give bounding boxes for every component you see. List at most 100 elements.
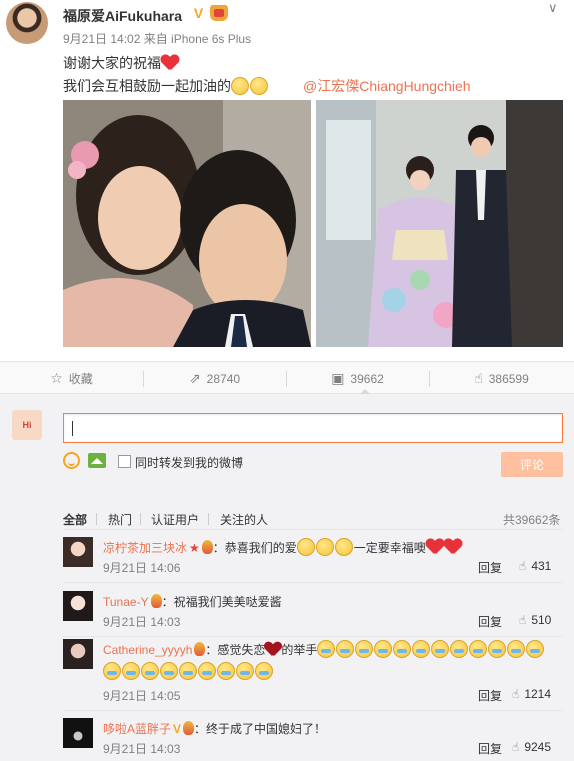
comment-content: ：祝福我们美美哒爱酱 xyxy=(161,595,282,609)
crying-emoji-icon xyxy=(526,640,545,658)
chevron-down-icon[interactable]: ∨ xyxy=(548,0,558,16)
comment-input[interactable] xyxy=(63,413,563,443)
reply-button[interactable]: 回复 xyxy=(478,740,502,757)
avatar[interactable] xyxy=(63,718,93,748)
commenter-name[interactable]: 凉柠茶加三块冰 xyxy=(103,541,187,555)
comment-time: 9月21日 14:05 xyxy=(103,689,181,703)
crying-emoji-icon xyxy=(179,662,197,680)
heart-icon xyxy=(426,539,444,555)
comment-time: 9月21日 14:03 xyxy=(103,615,181,629)
star-badge-icon: ★ xyxy=(189,541,200,555)
comment-content-suffix: 的举手 xyxy=(281,643,318,657)
medal-badge-icon xyxy=(194,642,206,656)
favorite-label: 收藏 xyxy=(68,372,93,386)
author-name[interactable]: 福原爱AiFukuhara xyxy=(63,6,182,26)
comment-button[interactable]: ▣ 39662 xyxy=(286,362,429,395)
comment-like-count: 1214 xyxy=(524,687,552,701)
avatar[interactable] xyxy=(63,591,93,621)
comment-like-button[interactable]: ☝ 510 xyxy=(519,613,551,627)
avatar[interactable] xyxy=(63,639,93,669)
repost-button[interactable]: ⇗ 28740 xyxy=(143,362,286,395)
comment-content: ：恭喜我们的爱 xyxy=(212,541,297,555)
crying-emoji-icon xyxy=(122,662,140,680)
crying-emoji-icon xyxy=(412,640,431,658)
smile-emoji-icon xyxy=(250,77,268,95)
thumb-up-icon: ☝ xyxy=(474,370,483,386)
reply-button[interactable]: 回复 xyxy=(478,559,502,576)
commenter-name[interactable]: Catherine_yyyyh xyxy=(103,643,192,657)
vip-crown-icon xyxy=(210,5,228,21)
crying-emoji-icon xyxy=(103,662,121,680)
image-icon[interactable] xyxy=(88,453,106,468)
comment-like-button[interactable]: ☝ 1214 xyxy=(512,687,551,701)
tab-hot[interactable]: 热门 xyxy=(108,511,132,528)
tab-divider xyxy=(96,513,97,525)
comment-time: 9月21日 14:06 xyxy=(103,561,181,575)
share-icon: ⇗ xyxy=(188,370,201,386)
comments-list: 全部 热门 认证用户 关注的人 共39662条 凉柠茶加三块冰 ★ ：恭喜我们的爱 一… xyxy=(0,489,574,761)
avatar[interactable] xyxy=(63,537,93,567)
submit-comment-button[interactable]: 评论 xyxy=(501,452,563,477)
smile-emoji-icon xyxy=(296,538,315,556)
crying-emoji-icon xyxy=(160,662,178,680)
weibo-post-page: 福原爱AiFukuhara V ∨ 9月21日 14:02 来自 iPhone … xyxy=(0,0,574,761)
crying-emoji-icon xyxy=(431,640,450,658)
crying-emoji-icon xyxy=(255,662,273,680)
selfie-photo[interactable] xyxy=(63,100,311,347)
verified-badge-icon: V xyxy=(173,722,182,736)
divider xyxy=(63,636,563,637)
crying-emoji-icon xyxy=(217,662,235,680)
post-text-2: 我们会互相鼓励一起加油的 xyxy=(63,78,231,94)
crying-emoji-icon xyxy=(374,640,393,658)
medal-badge-icon xyxy=(183,721,195,735)
comment-like-count: 9245 xyxy=(524,740,552,754)
favorite-button[interactable]: ☆ 收藏 xyxy=(0,362,143,395)
smile-emoji-icon xyxy=(315,538,334,556)
emoji-icon[interactable] xyxy=(63,452,80,469)
comment-like-button[interactable]: ☝ 431 xyxy=(519,559,551,573)
divider xyxy=(63,710,563,711)
divider xyxy=(63,582,563,583)
commenter-name[interactable]: Tunae-Y xyxy=(103,595,149,609)
medal-badge-icon xyxy=(150,594,162,608)
reply-button[interactable]: 回复 xyxy=(478,687,502,704)
comment-like-count: 431 xyxy=(531,559,552,573)
comment-like-count: 510 xyxy=(531,613,552,627)
selfie-photo-illustration xyxy=(63,100,311,347)
crying-emoji-icon xyxy=(393,640,412,658)
smile-emoji-icon xyxy=(334,538,353,556)
tab-following[interactable]: 关注的人 xyxy=(220,511,268,528)
comment-composer: Hi 同时转发到我的微博 评论 xyxy=(0,394,574,489)
crying-emoji-icon xyxy=(355,640,374,658)
crying-emoji-icon xyxy=(469,640,488,658)
post-action-bar: ☆ 收藏 ⇗ 28740 ▣ 39662 ☝ 386599 xyxy=(0,361,574,394)
tab-divider xyxy=(208,513,209,525)
comment-time: 9月21日 14:03 xyxy=(103,742,181,756)
comment-count: 39662 xyxy=(350,371,384,386)
crying-emoji-icon xyxy=(507,640,526,658)
verified-badge-icon: V xyxy=(193,5,204,21)
my-avatar[interactable]: Hi xyxy=(12,410,42,440)
comment-text: 哆啦A蓝胖子 V ：终于成了中国媳妇了！ xyxy=(103,718,563,740)
comment-like-button[interactable]: ☝ 9245 xyxy=(512,740,551,754)
reply-button[interactable]: 回复 xyxy=(478,613,502,630)
crying-emoji-icon xyxy=(317,640,336,658)
comment-content-suffix: 一定要幸福噢 xyxy=(353,541,426,555)
comment-content: ：感觉失恋 xyxy=(205,643,266,657)
mention-link[interactable]: @江宏傑ChiangHungchieh xyxy=(303,76,471,96)
tab-all[interactable]: 全部 xyxy=(63,511,87,528)
kimono-photo[interactable] xyxy=(316,100,563,347)
like-button[interactable]: ☝ 386599 xyxy=(429,362,574,395)
crying-emoji-icon xyxy=(198,662,216,680)
also-repost-checkbox[interactable] xyxy=(118,455,131,468)
author-avatar[interactable] xyxy=(6,2,48,44)
comment-icon: ▣ xyxy=(331,370,345,386)
comment-text: Tunae-Y ：祝福我们美美哒爱酱 xyxy=(103,591,563,613)
tab-verified[interactable]: 认证用户 xyxy=(151,511,199,528)
also-repost-label[interactable]: 同时转发到我的微博 xyxy=(135,454,243,471)
kimono-photo-illustration xyxy=(316,100,563,347)
crying-emoji-icon xyxy=(336,640,355,658)
commenter-name[interactable]: 哆啦A蓝胖子 xyxy=(103,722,171,736)
thumb-up-icon: ☝ xyxy=(512,740,520,754)
repost-count: 28740 xyxy=(206,371,241,386)
